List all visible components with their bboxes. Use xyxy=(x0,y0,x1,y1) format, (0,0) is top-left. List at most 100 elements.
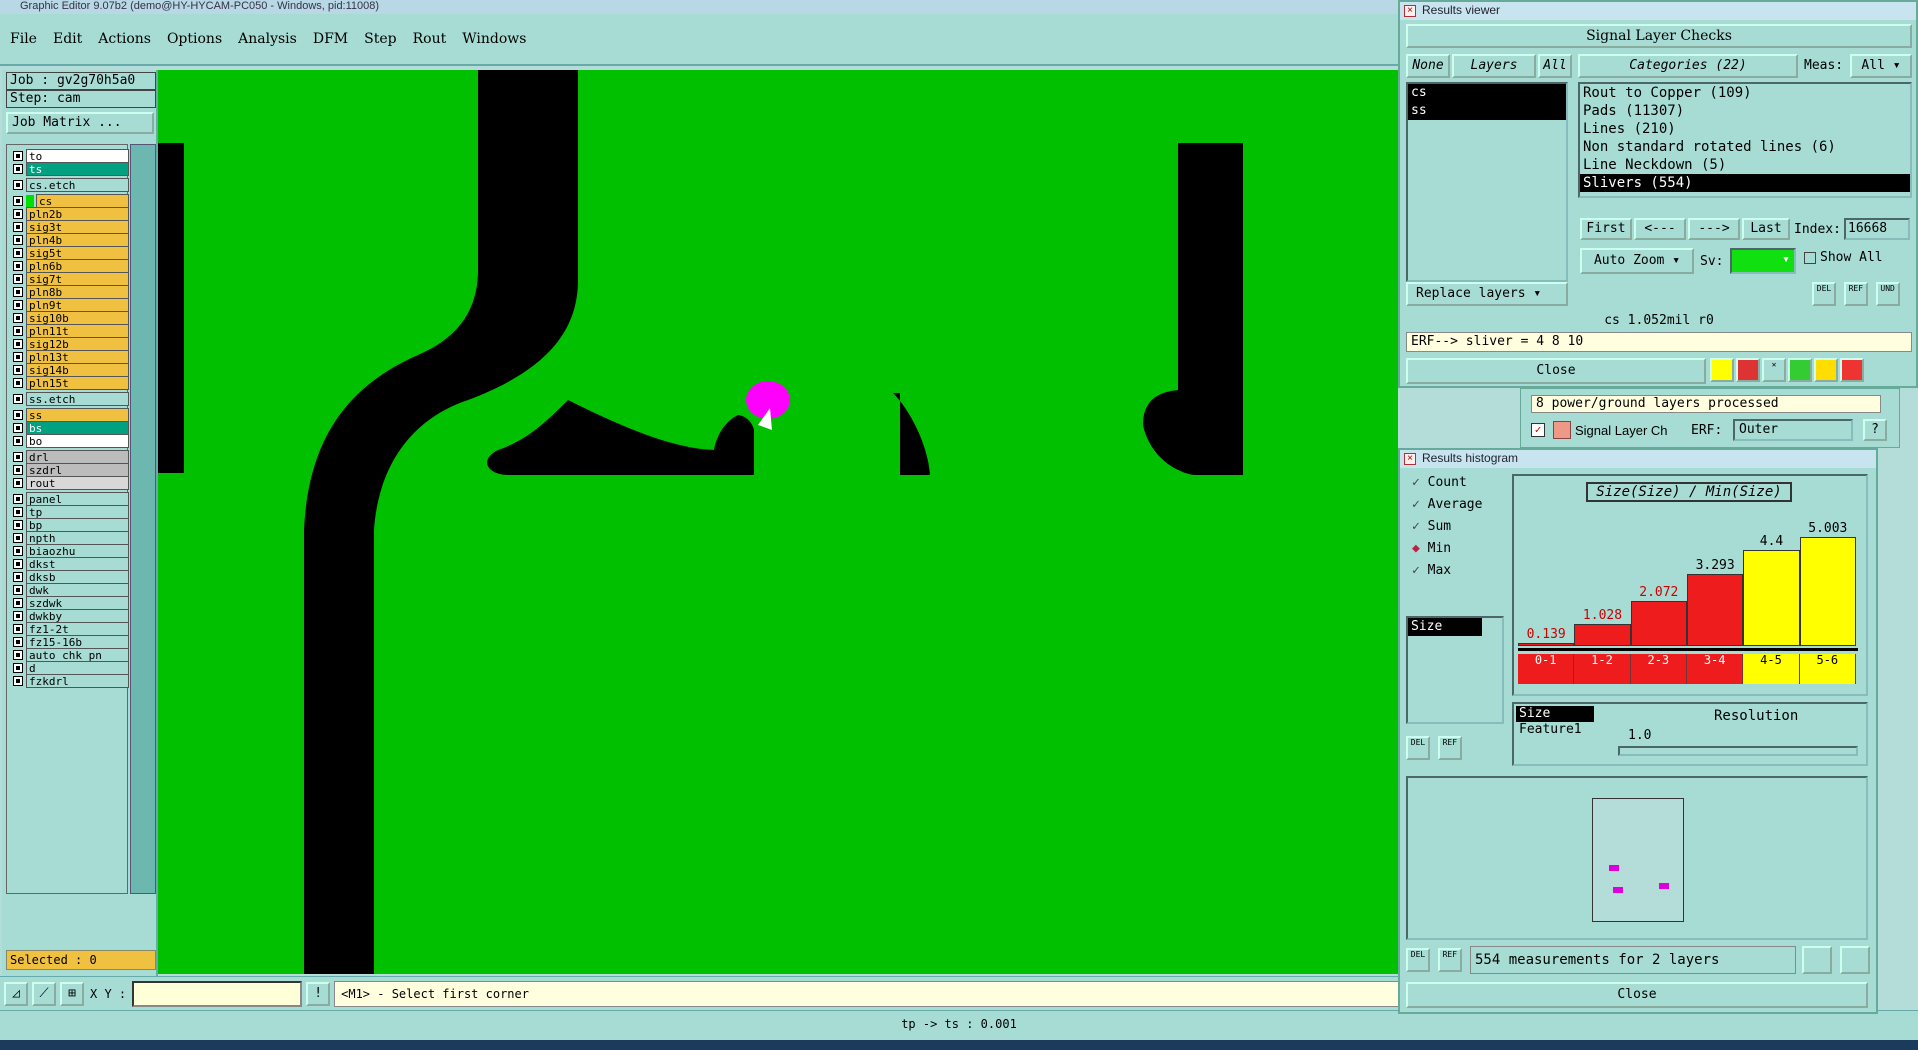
results-viewer-close-button[interactable]: Close xyxy=(1406,358,1706,384)
layer-label[interactable]: ss.etch xyxy=(26,392,129,406)
layer-checkbox[interactable] xyxy=(13,533,23,543)
histogram-option-count[interactable]: ✓ Count xyxy=(1406,472,1506,494)
category-item[interactable]: Line Neckdown (5) xyxy=(1580,156,1910,174)
menu-rout[interactable]: Rout xyxy=(413,31,447,47)
none-button[interactable]: None xyxy=(1406,54,1450,78)
layer-row-szdwk[interactable]: szdwk xyxy=(9,596,129,610)
histogram-bin-label[interactable]: 5-6 xyxy=(1799,654,1856,684)
layer-checkbox[interactable] xyxy=(13,365,23,375)
category-item[interactable]: Rout to Copper (109) xyxy=(1580,84,1910,102)
index-field[interactable]: 16668 xyxy=(1844,218,1910,240)
layer-checkbox[interactable] xyxy=(13,452,23,462)
layers-button[interactable]: Layers xyxy=(1452,54,1536,78)
layer-row-pln9t[interactable]: pln9t xyxy=(9,298,129,312)
layer-row-dwk[interactable]: dwk xyxy=(9,583,129,597)
layer-checkbox[interactable] xyxy=(13,326,23,336)
layer-label[interactable]: panel xyxy=(26,492,129,506)
layer-row-pln11t[interactable]: pln11t xyxy=(9,324,129,338)
histogram-close-button[interactable]: Close xyxy=(1406,982,1868,1008)
layer-label[interactable]: pln15t xyxy=(26,376,129,390)
layer-row-fz15-16b[interactable]: fz15-16b xyxy=(9,635,129,649)
layer-row-sig3t[interactable]: sig3t xyxy=(9,220,129,234)
layer-label[interactable]: szdrl xyxy=(26,463,129,477)
help-icon[interactable]: ? xyxy=(1863,419,1887,441)
layer-row-pln2b[interactable]: pln2b xyxy=(9,207,129,221)
layer-checkbox[interactable] xyxy=(13,410,23,420)
refresh-icon[interactable]: REF xyxy=(1437,948,1462,972)
layer-checkbox[interactable] xyxy=(13,598,23,608)
layer-row-cs.etch[interactable]: cs.etch xyxy=(9,178,129,192)
category-item[interactable]: Non standard rotated lines (6) xyxy=(1580,138,1910,156)
layer-checkbox[interactable] xyxy=(13,151,23,161)
layer-checkbox[interactable] xyxy=(13,507,23,517)
show-all-checkbox[interactable] xyxy=(1804,252,1816,264)
histogram-bin-label[interactable]: 2-3 xyxy=(1630,654,1687,684)
layer-label[interactable]: ts xyxy=(26,162,129,176)
layer-row-panel[interactable]: panel xyxy=(9,492,129,506)
layer-label[interactable]: to xyxy=(26,149,129,163)
layer-label[interactable]: pln13t xyxy=(26,350,129,364)
xy-input[interactable] xyxy=(132,980,303,1007)
menu-dfm[interactable]: DFM xyxy=(313,31,348,47)
category-item[interactable]: Pads (11307) xyxy=(1580,102,1910,120)
layer-checkbox[interactable] xyxy=(13,423,23,433)
layer-label[interactable]: ss xyxy=(26,408,129,422)
layer-label[interactable]: cs xyxy=(36,194,129,208)
layer-row-rout[interactable]: rout xyxy=(9,476,129,490)
layer-label[interactable]: pln2b xyxy=(26,207,129,221)
result-layer-cs[interactable]: cs xyxy=(1408,84,1566,102)
job-matrix-button[interactable]: Job Matrix ... xyxy=(6,112,154,134)
all-button[interactable]: All xyxy=(1538,54,1572,78)
list-icon[interactable] xyxy=(1814,358,1838,382)
result-layer-ss[interactable]: ss xyxy=(1408,102,1566,120)
category-item-selected[interactable]: Slivers (554) xyxy=(1580,174,1910,192)
layer-checkbox[interactable] xyxy=(13,300,23,310)
layer-label[interactable]: biaozhu xyxy=(26,544,129,558)
layer-row-auto_chk_pn[interactable]: auto_chk_pn xyxy=(9,648,129,662)
layer-list-scrollbar[interactable] xyxy=(130,144,156,894)
layer-row-sig14b[interactable]: sig14b xyxy=(9,363,129,377)
resolution-slider[interactable] xyxy=(1618,746,1858,756)
layer-row-szdrl[interactable]: szdrl xyxy=(9,463,129,477)
layer-checkbox[interactable] xyxy=(13,546,23,556)
layer-row-pln13t[interactable]: pln13t xyxy=(9,350,129,364)
graphic-canvas[interactable] xyxy=(158,70,1398,974)
layer-checkbox[interactable] xyxy=(13,378,23,388)
layer-checkbox[interactable] xyxy=(13,572,23,582)
layer-label[interactable]: pln4b xyxy=(26,233,129,247)
layer-checkbox[interactable] xyxy=(13,209,23,219)
layer-checkbox[interactable] xyxy=(13,520,23,530)
delete-icon[interactable]: DEL xyxy=(1406,736,1430,760)
layer-label[interactable]: szdwk xyxy=(26,596,129,610)
histogram-option-average[interactable]: ✓ Average xyxy=(1406,494,1506,516)
layer-checkbox[interactable] xyxy=(13,313,23,323)
category-item[interactable]: Lines (210) xyxy=(1580,120,1910,138)
layer-row-biaozhu[interactable]: biaozhu xyxy=(9,544,129,558)
last-button[interactable]: Last xyxy=(1742,218,1790,240)
background-dialog-item[interactable]: Signal Layer Ch xyxy=(1575,423,1668,438)
layer-row-ts[interactable]: ts xyxy=(9,162,129,176)
layer-checkbox[interactable] xyxy=(13,478,23,488)
layer-checkbox[interactable] xyxy=(13,222,23,232)
check-icon[interactable]: ✓ xyxy=(1531,423,1545,437)
measure-item[interactable]: Size xyxy=(1516,706,1594,722)
layer-checkbox[interactable] xyxy=(13,164,23,174)
layer-row-to[interactable]: to xyxy=(9,149,129,163)
layer-checkbox[interactable] xyxy=(13,637,23,647)
layer-row-fzkdrl[interactable]: fzkdrl xyxy=(9,674,129,688)
layer-label[interactable]: dksb xyxy=(26,570,129,584)
layer-row-drl[interactable]: drl xyxy=(9,450,129,464)
zoom-area-icon[interactable]: ◿ xyxy=(4,981,28,1006)
layer-label[interactable]: sig12b xyxy=(26,337,129,351)
refresh-icon[interactable]: REF xyxy=(1437,736,1462,760)
layer-label[interactable]: pln9t xyxy=(26,298,129,312)
layer-label[interactable]: drl xyxy=(26,450,129,464)
layer-label[interactable]: bp xyxy=(26,518,129,532)
swap-icon[interactable] xyxy=(1839,946,1870,974)
layer-checkbox[interactable] xyxy=(13,274,23,284)
layer-checkbox[interactable] xyxy=(13,196,23,206)
layer-label[interactable]: bo xyxy=(26,434,129,448)
layer-row-ss.etch[interactable]: ss.etch xyxy=(9,392,129,406)
step-icon[interactable] xyxy=(1788,358,1812,382)
next-button[interactable]: ---> xyxy=(1688,218,1740,240)
